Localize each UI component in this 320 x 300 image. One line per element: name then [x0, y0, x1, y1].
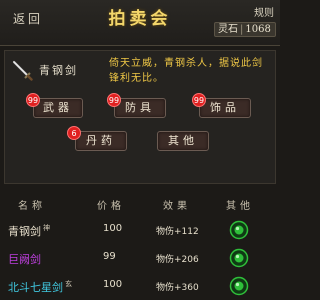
- currency-separator: |: [240, 24, 244, 35]
- category-armor-badge: 99: [107, 93, 121, 107]
- category-armor-button[interactable]: 防具: [114, 98, 166, 118]
- featured-item-description: 倚天立威，青钢杀人，据说此剑锋利无比。: [109, 58, 263, 84]
- table-row[interactable]: 巨阙剑 99 物伤+206: [0, 246, 280, 272]
- green-jade-orb-icon[interactable]: [229, 220, 249, 240]
- item-effect: 物伤+360: [156, 283, 199, 293]
- item-price: 99: [103, 251, 116, 262]
- table-header: 名称 价格 效果 其他: [0, 197, 280, 213]
- category-pill-badge: 6: [67, 126, 81, 140]
- category-label: 饰品: [210, 101, 240, 114]
- green-jade-orb-icon[interactable]: [229, 276, 249, 296]
- sword-icon: [12, 60, 33, 81]
- category-weapon-button[interactable]: 武器: [33, 98, 83, 118]
- item-name: 青钢剑: [8, 225, 41, 238]
- column-price: 价格: [97, 201, 125, 212]
- item-name-cell: 巨阙剑: [8, 251, 43, 267]
- table-row[interactable]: 北斗七星剑玄 100 物伤+360: [0, 274, 280, 300]
- column-name: 名称: [18, 201, 46, 212]
- category-label: 其他: [168, 134, 198, 147]
- item-name-cell: 青钢剑神: [8, 223, 50, 239]
- featured-item-name: 青钢剑: [39, 64, 78, 77]
- column-other: 其他: [226, 201, 254, 212]
- top-bar: 返回 拍卖会 规则 灵石 | 1068: [0, 0, 280, 46]
- item-tag: 玄: [65, 280, 72, 289]
- item-name: 北斗七星剑: [8, 281, 63, 294]
- item-price: 100: [103, 223, 123, 234]
- item-name: 巨阙剑: [8, 253, 41, 266]
- green-jade-orb-icon[interactable]: [229, 248, 249, 268]
- category-other-button[interactable]: 其他: [157, 131, 209, 151]
- item-effect: 物伤+206: [156, 255, 199, 265]
- item-name-cell: 北斗七星剑玄: [8, 279, 72, 295]
- category-panel: 青钢剑 倚天立威，青钢杀人，据说此剑锋利无比。 武器 99 防具 99 饰品 9…: [4, 50, 276, 184]
- currency-value: 1068: [245, 24, 271, 35]
- category-label: 防具: [125, 101, 155, 114]
- table-row[interactable]: 青钢剑神 100 物伤+112: [0, 218, 280, 244]
- column-effect: 效果: [163, 201, 191, 212]
- item-price: 100: [103, 279, 123, 290]
- back-button[interactable]: 返回: [6, 8, 50, 30]
- item-tag: 神: [43, 224, 50, 233]
- category-pill-button[interactable]: 丹药: [75, 131, 127, 151]
- category-accessory-badge: 99: [192, 93, 206, 107]
- category-label: 丹药: [86, 134, 116, 147]
- rules-button[interactable]: 规则: [254, 4, 274, 19]
- item-effect: 物伤+112: [156, 227, 199, 237]
- currency-label: 灵石: [218, 24, 238, 35]
- category-accessory-button[interactable]: 饰品: [199, 98, 251, 118]
- category-weapon-badge: 99: [26, 93, 40, 107]
- currency-display: 灵石 | 1068: [214, 22, 276, 37]
- category-label: 武器: [43, 101, 73, 114]
- page-title: 拍卖会: [108, 9, 172, 29]
